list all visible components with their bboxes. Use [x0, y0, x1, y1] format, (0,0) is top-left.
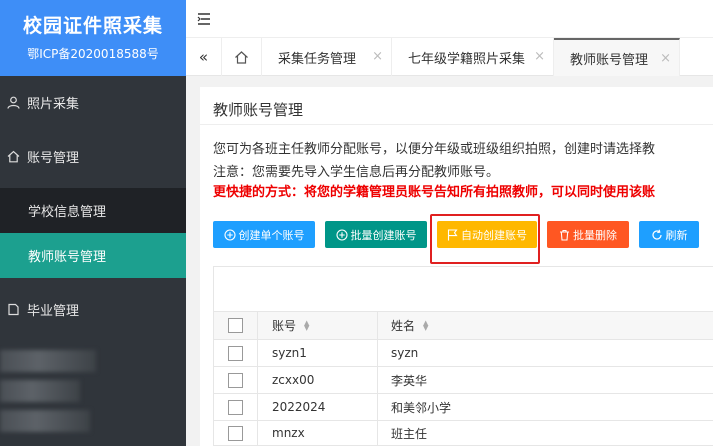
- sidebar-item-graduation[interactable]: 毕业管理: [0, 297, 186, 321]
- plus-circle-icon: [223, 228, 236, 241]
- cell-name: 班主任: [391, 426, 428, 441]
- user-icon: [6, 95, 20, 109]
- row-checkbox-cell: [214, 340, 258, 366]
- row-checkbox-cell: [214, 421, 258, 445]
- batch-delete-button[interactable]: 批量删除: [547, 221, 629, 248]
- sidebar-item-account-management[interactable]: 账号管理: [0, 144, 186, 168]
- tab-teacher-accounts[interactable]: 教师账号管理 ×: [554, 38, 680, 76]
- brand-header: 校园证件照采集 鄂ICP备2020018588号: [0, 0, 186, 76]
- tip-text: 更快捷的方式：将您的学籍管理员账号告知所有拍照教师，可以同时使用该账: [213, 185, 656, 200]
- header-name[interactable]: 姓名 ▲ ▼: [378, 312, 713, 339]
- home-icon: [6, 149, 20, 163]
- close-icon[interactable]: ×: [372, 49, 383, 64]
- redacted-nav-item: [0, 380, 80, 402]
- tab-collection-tasks[interactable]: 采集任务管理 ×: [262, 38, 392, 76]
- table-row[interactable]: zcxx00 李英华: [213, 367, 713, 394]
- cell-account: zcxx00: [258, 367, 378, 393]
- row-checkbox[interactable]: [228, 372, 243, 388]
- sidebar-item-label: 毕业管理: [27, 303, 80, 319]
- tab-bar: « 采集任务管理 × 七年级学籍照片采集 × 教师账号管理 ×: [186, 38, 713, 76]
- tab-grade7-photo[interactable]: 七年级学籍照片采集 ×: [392, 38, 554, 76]
- create-single-account-button[interactable]: 创建单个账号: [213, 221, 315, 248]
- sidebar-item-teacher-accounts[interactable]: 教师账号管理: [0, 233, 186, 278]
- divider: [200, 124, 713, 125]
- select-all-checkbox[interactable]: [228, 318, 243, 333]
- batch-create-accounts-button[interactable]: 批量创建账号: [325, 221, 427, 248]
- cell-name: 和美邻小学: [391, 400, 452, 415]
- cell-name: syzn: [391, 346, 419, 360]
- close-icon[interactable]: ×: [660, 51, 671, 66]
- redacted-nav-item: [0, 410, 90, 432]
- sidebar-item-label: 照片采集: [27, 96, 80, 112]
- tab-scroll-left-icon[interactable]: «: [186, 38, 222, 76]
- sort-icon[interactable]: ▲ ▼: [423, 319, 428, 331]
- top-bar: [186, 0, 713, 38]
- refresh-icon: [651, 229, 663, 241]
- sort-icon[interactable]: ▲ ▼: [304, 319, 309, 331]
- table-row[interactable]: mnzx 班主任: [213, 421, 713, 446]
- row-checkbox[interactable]: [228, 425, 243, 441]
- trash-icon: [559, 229, 570, 241]
- sidebar-item-label: 学校信息管理: [28, 205, 107, 220]
- sidebar-item-label: 教师账号管理: [28, 250, 107, 265]
- row-checkbox[interactable]: [228, 399, 243, 415]
- sidebar: 校园证件照采集 鄂ICP备2020018588号 照片采集 账号管理 学校信息管…: [0, 0, 186, 446]
- redacted-nav-item: [0, 350, 96, 372]
- tab-label: 教师账号管理: [570, 52, 649, 68]
- row-checkbox[interactable]: [228, 345, 243, 361]
- app-title: 校园证件照采集: [22, 15, 163, 37]
- table-row[interactable]: 2022024 和美邻小学: [213, 394, 713, 421]
- page-title: 教师账号管理: [213, 101, 304, 119]
- refresh-button[interactable]: 刷新: [639, 221, 699, 248]
- icp-number: 鄂ICP备2020018588号: [27, 47, 159, 61]
- table-header: 账号 ▲ ▼ 姓名 ▲ ▼: [213, 312, 713, 340]
- table-row[interactable]: syzn1 syzn: [213, 340, 713, 367]
- highlight-annotation: [430, 214, 540, 264]
- home-tab-icon[interactable]: [222, 38, 262, 76]
- close-icon[interactable]: ×: [534, 49, 545, 64]
- cell-account: syzn1: [258, 340, 378, 366]
- table-toolbar: [213, 266, 713, 312]
- row-checkbox-cell: [214, 367, 258, 393]
- menu-toggle-icon[interactable]: [196, 11, 212, 27]
- description-text: 您可为各班主任教师分配账号，以便分年级或班级组织拍照，创建时请选择教: [213, 142, 656, 157]
- row-checkbox-cell: [214, 394, 258, 420]
- cell-account: 2022024: [258, 394, 378, 420]
- cell-name: 李英华: [391, 373, 428, 388]
- document-icon: [6, 302, 20, 316]
- sidebar-item-label: 账号管理: [27, 150, 80, 166]
- select-all-cell: [214, 312, 258, 339]
- tab-label: 采集任务管理: [278, 51, 357, 67]
- tab-label: 七年级学籍照片采集: [408, 51, 526, 67]
- sidebar-item-school-info[interactable]: 学校信息管理: [0, 188, 186, 233]
- content-panel: 教师账号管理 您可为各班主任教师分配账号，以便分年级或班级组织拍照，创建时请选择…: [200, 87, 713, 446]
- header-account[interactable]: 账号 ▲ ▼: [258, 312, 378, 339]
- sidebar-item-photo-collection[interactable]: 照片采集: [0, 90, 186, 114]
- plus-circle-icon: [335, 228, 348, 241]
- notice-text: 注意：您需要先导入学生信息后再分配教师账号。: [213, 165, 500, 180]
- cell-account: mnzx: [258, 421, 378, 445]
